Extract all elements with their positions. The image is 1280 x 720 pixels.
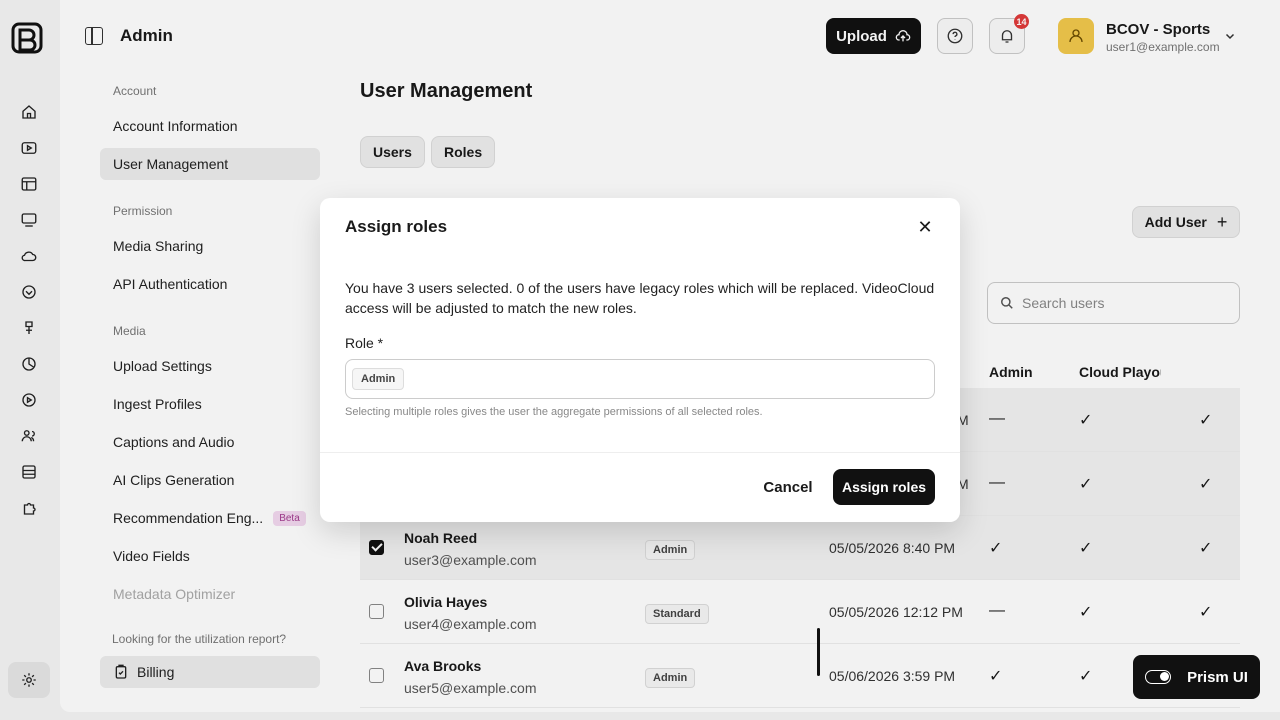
selected-role-chip[interactable]: Admin	[352, 368, 405, 390]
close-icon[interactable]: ✕	[915, 217, 935, 237]
dialog-title: Assign roles	[345, 217, 448, 236]
assign-roles-button[interactable]: Assign roles	[833, 469, 935, 505]
role-select-input[interactable]: Admin	[345, 359, 935, 399]
prism-ui-toggle[interactable]: Prism UI	[1133, 655, 1260, 699]
toggle-switch-icon	[1145, 670, 1172, 684]
role-hint: Selecting multiple roles gives the user …	[345, 406, 763, 418]
cancel-button[interactable]: Cancel	[756, 469, 820, 505]
dialog-message: You have 3 users selected. 0 of the user…	[345, 280, 935, 316]
divider	[320, 452, 960, 453]
role-field-label: Role *	[345, 335, 384, 351]
assign-roles-dialog: Assign roles ✕ You have 3 users selected…	[320, 198, 960, 522]
